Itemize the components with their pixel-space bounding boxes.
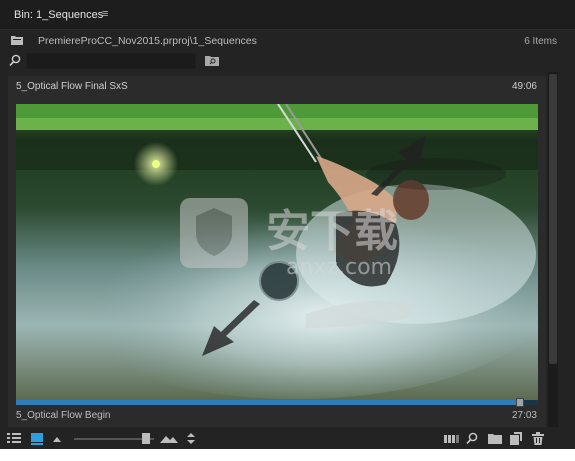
playhead-handle[interactable] bbox=[515, 398, 524, 407]
playhead-progress bbox=[16, 400, 520, 405]
bin-path-bar: PremiereProCC_Nov2015.prproj\1_Sequences… bbox=[0, 31, 575, 51]
list-view-icon[interactable] bbox=[7, 432, 21, 445]
clip-header: 5_Optical Flow Final SxS 49:06 bbox=[8, 76, 546, 98]
clip-preview-image[interactable]: 安下载 anxz.com bbox=[16, 104, 538, 400]
clip-duration: 49:06 bbox=[511, 81, 537, 92]
new-bin-icon[interactable] bbox=[488, 432, 502, 445]
next-clip-name[interactable]: 5_Optical Flow Begin bbox=[16, 410, 111, 421]
search-bar bbox=[0, 52, 575, 70]
new-item-icon[interactable] bbox=[510, 432, 522, 445]
sort-updown-icon[interactable] bbox=[186, 432, 196, 445]
bin-folder-icon bbox=[11, 36, 23, 45]
wakeboarder-thumbnail: 安下载 anxz.com bbox=[16, 104, 538, 400]
playhead-scrubber[interactable] bbox=[16, 398, 538, 407]
next-clip-duration: 27:03 bbox=[511, 410, 537, 421]
clip-thumbnail-card[interactable]: 5_Optical Flow Final SxS 49:06 安下载 anxz.… bbox=[8, 76, 546, 427]
panel-tab-bar: Bin: 1_Sequences ≡ bbox=[0, 0, 575, 30]
svg-text:安下载: 安下载 bbox=[266, 206, 398, 257]
bin-path: PremiereProCC_Nov2015.prproj\1_Sequences bbox=[38, 35, 257, 47]
clip-name[interactable]: 5_Optical Flow Final SxS bbox=[16, 81, 128, 92]
find-icon[interactable] bbox=[466, 432, 478, 445]
panel-tab-title[interactable]: Bin: 1_Sequences bbox=[14, 9, 103, 21]
zoom-slider-knob[interactable] bbox=[142, 433, 150, 444]
vertical-scrollbar[interactable] bbox=[548, 72, 558, 427]
icon-view-icon[interactable] bbox=[31, 432, 43, 445]
bin-toolbar bbox=[0, 428, 575, 449]
search-input[interactable] bbox=[26, 53, 196, 69]
automate-to-sequence-icon[interactable] bbox=[444, 432, 460, 445]
item-count: 6 Items bbox=[524, 36, 557, 47]
mountain-large-icon[interactable] bbox=[160, 432, 178, 445]
clip-footer: 5_Optical Flow Begin 27:03 bbox=[8, 407, 546, 427]
site-watermark: 安下载 anxz.com bbox=[180, 198, 398, 280]
new-search-bin-icon[interactable] bbox=[205, 55, 219, 66]
project-bin-panel: Bin: 1_Sequences ≡ PremiereProCC_Nov2015… bbox=[0, 0, 575, 449]
trash-icon[interactable] bbox=[532, 432, 544, 445]
hamburger-menu-icon[interactable]: ≡ bbox=[102, 9, 108, 20]
magnifier-icon[interactable] bbox=[9, 54, 21, 67]
sort-triangle-icon[interactable] bbox=[52, 432, 62, 445]
svg-text:anxz.com: anxz.com bbox=[286, 255, 392, 280]
scrollbar-thumb[interactable] bbox=[549, 74, 557, 364]
